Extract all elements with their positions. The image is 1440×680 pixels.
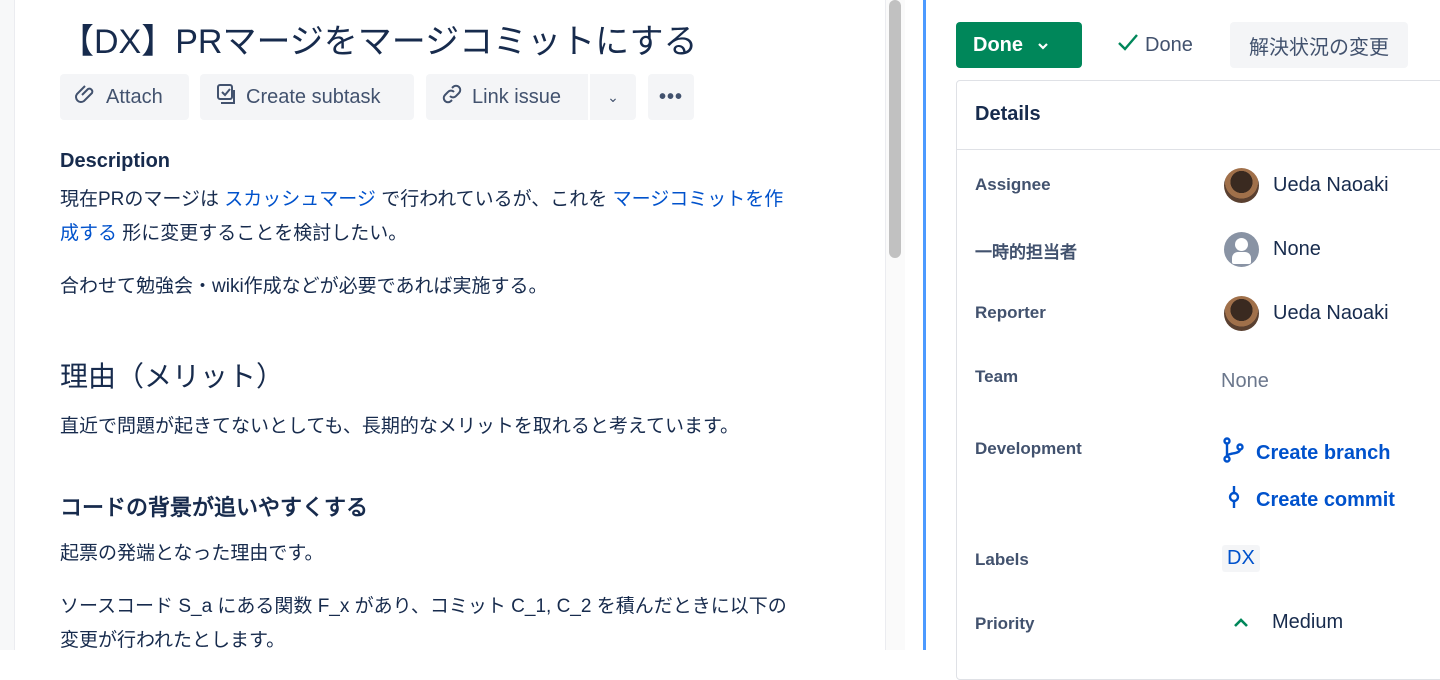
panel-resize-divider[interactable]: [923, 0, 926, 650]
labels-label: Labels: [975, 550, 1029, 569]
left-sidebar-edge: [0, 0, 15, 650]
chevron-down-icon: ⌄: [607, 88, 619, 105]
create-subtask-button[interactable]: Create subtask: [200, 74, 414, 120]
scrollbar-thumb[interactable]: [889, 0, 901, 258]
reason-paragraph: 直近で問題が起きてないとしても、長期的なメリットを取れると考えています。: [60, 416, 740, 437]
avatar: [1224, 168, 1259, 203]
description-paragraph-2: 合わせて勉強会・wiki作成などが必要であれば実施する。: [60, 276, 548, 297]
reason-heading: 理由（メリット）: [60, 361, 285, 392]
status-dropdown-button[interactable]: Done: [956, 22, 1082, 68]
origin-paragraph: 起票の発端となった理由です。: [60, 543, 324, 564]
label-tag[interactable]: DX: [1222, 545, 1260, 572]
issue-title[interactable]: 【DX】PRマージをマージコミットにする: [60, 14, 697, 63]
priority-medium-icon: [1232, 611, 1250, 634]
example-paragraph: ソースコード S_a にある関数 F_x があり、コミット C_1, C_2 を…: [60, 596, 787, 651]
status-label: Done: [973, 33, 1023, 56]
create-subtask-label: Create subtask: [246, 85, 381, 108]
link-issue-label: Link issue: [472, 85, 561, 108]
attach-button[interactable]: Attach: [60, 74, 189, 120]
default-avatar-icon: [1224, 232, 1259, 267]
create-commit-link[interactable]: Create commit: [1222, 484, 1395, 516]
temp-assignee-field[interactable]: None: [1224, 232, 1321, 267]
details-heading[interactable]: Details: [957, 81, 1440, 150]
commit-icon: [1222, 484, 1246, 516]
attach-label: Attach: [106, 85, 163, 108]
avatar: [1224, 296, 1259, 331]
merge-commit-link-cont[interactable]: 成する: [60, 223, 117, 244]
labels-field[interactable]: DX: [1222, 545, 1260, 572]
change-resolution-button[interactable]: 解決状況の変更: [1230, 22, 1408, 68]
code-background-heading: コードの背景が追いやすくする: [60, 495, 369, 520]
more-icon: •••: [658, 85, 683, 108]
check-icon: [1117, 32, 1139, 58]
team-field[interactable]: None: [1221, 370, 1269, 393]
team-label: Team: [975, 367, 1019, 386]
description-heading: Description: [60, 150, 171, 172]
reporter-field[interactable]: Ueda Naoaki: [1224, 296, 1389, 331]
link-issue-dropdown[interactable]: ⌄: [590, 74, 636, 120]
chevron-down-icon: [1037, 34, 1049, 57]
branch-icon: [1222, 437, 1246, 469]
description-paragraph: 現在PRのマージは スカッシュマージ で行われているが、これを マージコミットを…: [60, 189, 784, 244]
link-issue-button[interactable]: Link issue: [426, 74, 588, 120]
priority-field[interactable]: Medium: [1232, 611, 1343, 634]
resolution-status: Done: [1117, 32, 1193, 58]
squash-merge-link[interactable]: スカッシュマージ: [224, 189, 376, 210]
subtask-icon: [214, 82, 238, 112]
reporter-label: Reporter: [975, 303, 1046, 322]
paperclip-icon: [74, 82, 98, 112]
priority-label: Priority: [975, 614, 1035, 633]
link-icon: [440, 82, 464, 112]
merge-commit-link[interactable]: マージコミットを作: [613, 189, 784, 210]
temp-assignee-label: 一時的担当者: [975, 243, 1077, 262]
more-actions-button[interactable]: •••: [648, 74, 694, 120]
assignee-label: Assignee: [975, 175, 1051, 194]
create-branch-link[interactable]: Create branch: [1222, 437, 1391, 469]
development-label: Development: [975, 439, 1082, 458]
assignee-field[interactable]: Ueda Naoaki: [1224, 168, 1389, 203]
